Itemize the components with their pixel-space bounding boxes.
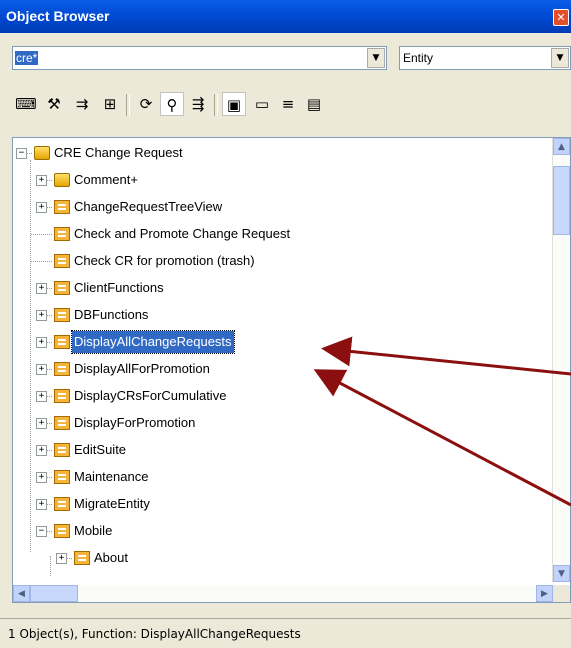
search-combo[interactable]: cre* ▼ — [12, 46, 387, 70]
tree-item[interactable]: + DBFunctions — [13, 304, 553, 326]
tree-item[interactable]: + EditSuite — [13, 439, 553, 461]
tree-item[interactable]: Check CR for promotion (trash) — [13, 250, 553, 272]
field-filter-icon[interactable]: ▭ — [250, 92, 274, 116]
tree-item-label: Comment+ — [74, 172, 138, 187]
scroll-up-icon[interactable]: ▲ — [553, 138, 570, 155]
function-icon — [54, 389, 70, 403]
tree-item-label: CRE Change Request — [54, 145, 183, 160]
tree-item[interactable]: + DisplayCRsForCumulative — [13, 385, 553, 407]
type-select[interactable]: Entity ▼ — [399, 46, 571, 70]
tree-item-label: DisplayAllForPromotion — [74, 361, 210, 376]
tree-item-label: Mobile — [74, 523, 113, 538]
function-icon — [54, 308, 70, 322]
search-dropdown-arrow-icon[interactable]: ▼ — [367, 48, 385, 68]
function-icon — [54, 335, 70, 349]
tree-item-label: ChangeRequestTreeView — [74, 199, 223, 214]
object-tree[interactable]: − CRE Change Request + Comment+ + Change… — [12, 137, 571, 603]
tree-item-label: Maintenance — [74, 469, 149, 484]
relations-icon[interactable]: ⊞ — [98, 92, 122, 116]
tree-item-label: About — [94, 550, 128, 565]
type-select-value: Entity — [403, 51, 434, 65]
open-icon[interactable]: ⌨ — [14, 92, 38, 116]
function-icon — [54, 524, 70, 538]
function-icon — [74, 551, 90, 565]
function-icon — [54, 443, 70, 457]
tree-item[interactable]: + About — [13, 547, 553, 569]
toolbar-separator — [126, 94, 130, 116]
tree-item-label: DBFunctions — [74, 307, 149, 322]
tree-item[interactable]: + ClientFunctions — [13, 277, 553, 299]
search-input[interactable]: cre* — [15, 51, 39, 65]
function-icon — [54, 497, 70, 511]
function-icon — [54, 470, 70, 484]
tree-item-label: DisplayForPromotion — [74, 415, 196, 430]
tree-item[interactable]: + Maintenance — [13, 466, 553, 488]
entity-filter-icon[interactable]: ▣ — [222, 92, 246, 116]
tree-item[interactable]: + DisplayAllForPromotion — [13, 358, 553, 380]
tree-item-label: EditSuite — [74, 442, 127, 457]
scroll-right-icon[interactable]: ▶ — [536, 585, 553, 602]
tree-item[interactable]: + Comment+ — [13, 169, 553, 191]
function-icon — [54, 281, 70, 295]
scroll-corner — [553, 585, 570, 602]
entity-icon — [54, 173, 70, 187]
view-filter-icon[interactable]: ▤ — [302, 92, 326, 116]
status-text: 1 Object(s), Function: DisplayAllChangeR… — [8, 627, 301, 641]
tree-item[interactable]: − CRE Change Request — [13, 142, 553, 164]
scroll-left-icon[interactable]: ◀ — [13, 585, 30, 602]
tree-item[interactable]: + ChangeRequestTreeView — [13, 196, 553, 218]
tree-item[interactable]: Check and Promote Change Request — [13, 223, 553, 245]
horizontal-scrollbar[interactable]: ◀ ▶ — [13, 585, 553, 602]
entity-icon — [34, 146, 50, 160]
toolbar-separator — [214, 94, 218, 116]
horizontal-scroll-thumb[interactable] — [30, 585, 78, 602]
function-icon — [54, 362, 70, 376]
hierarchy-icon[interactable]: ⇉ — [70, 92, 94, 116]
scroll-down-icon[interactable]: ▼ — [553, 565, 570, 582]
tree-item-label: DisplayCRsForCumulative — [74, 388, 227, 403]
tree-item[interactable]: − Mobile — [13, 520, 553, 542]
tree-item[interactable]: + MigrateEntity — [13, 493, 553, 515]
title-bar: Object Browser ✕ — [0, 0, 571, 33]
tree-item-label: Check CR for promotion (trash) — [74, 253, 255, 268]
tree-item-selected[interactable]: + DisplayAllChangeRequests — [13, 330, 553, 354]
status-bar: 1 Object(s), Function: DisplayAllChangeR… — [0, 618, 571, 648]
tree-item-label: DisplayAllChangeRequests — [71, 330, 235, 354]
close-icon[interactable]: ✕ — [553, 9, 569, 26]
tree-item[interactable]: + DisplayForPromotion — [13, 412, 553, 434]
vertical-scroll-thumb[interactable] — [553, 166, 570, 235]
function-icon — [54, 254, 70, 268]
tree-item-label: ClientFunctions — [74, 280, 164, 295]
window-title: Object Browser — [6, 8, 110, 24]
properties-icon[interactable]: ⚒ — [42, 92, 66, 116]
tree-item-label: MigrateEntity — [74, 496, 150, 511]
type-dropdown-arrow-icon[interactable]: ▼ — [551, 48, 569, 68]
function-icon — [54, 416, 70, 430]
expand-icon[interactable]: ⇶ — [186, 92, 210, 116]
function-icon — [54, 200, 70, 214]
function-icon — [54, 227, 70, 241]
function-filter-icon[interactable]: ≡ — [276, 92, 300, 116]
find-icon[interactable]: ⚲ — [160, 92, 184, 116]
tree-item-label: Check and Promote Change Request — [74, 226, 291, 241]
vertical-scrollbar[interactable]: ▲ ▼ — [552, 138, 570, 582]
refresh-icon[interactable]: ⟳ — [134, 92, 158, 116]
filter-row: cre* ▼ Entity ▼ — [12, 46, 571, 72]
